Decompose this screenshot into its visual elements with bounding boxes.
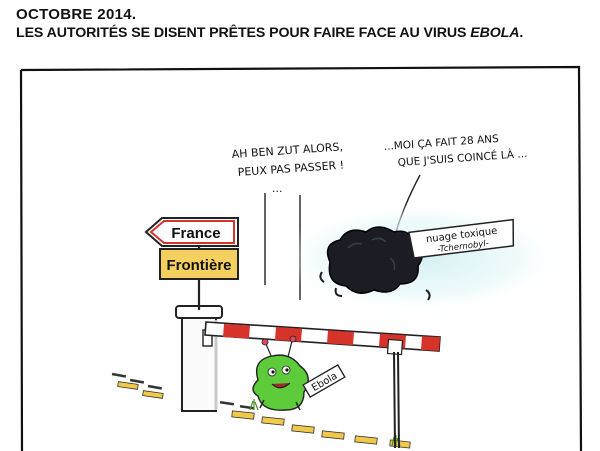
guard-speech-line1: AH BEN ZUT ALORS, xyxy=(231,140,343,161)
cloud-speech-line1: ...MOI ÇA FAIT 28 ANS xyxy=(383,133,499,153)
border-sign: Frontière xyxy=(159,248,239,280)
france-sign: France xyxy=(144,217,239,247)
guard-speech-dots: ... xyxy=(272,182,283,195)
france-sign-label: France xyxy=(171,225,220,242)
barrier-post xyxy=(175,305,223,412)
border-sign-label: Frontière xyxy=(166,257,231,274)
cartoon-panel: France Frontière AH BEN ZUT ALORS, PEUX … xyxy=(19,65,583,451)
ebola-virus-character: Ebola xyxy=(252,335,346,411)
guard-speech-line2: PEUX PAS PASSER ! xyxy=(237,159,344,179)
